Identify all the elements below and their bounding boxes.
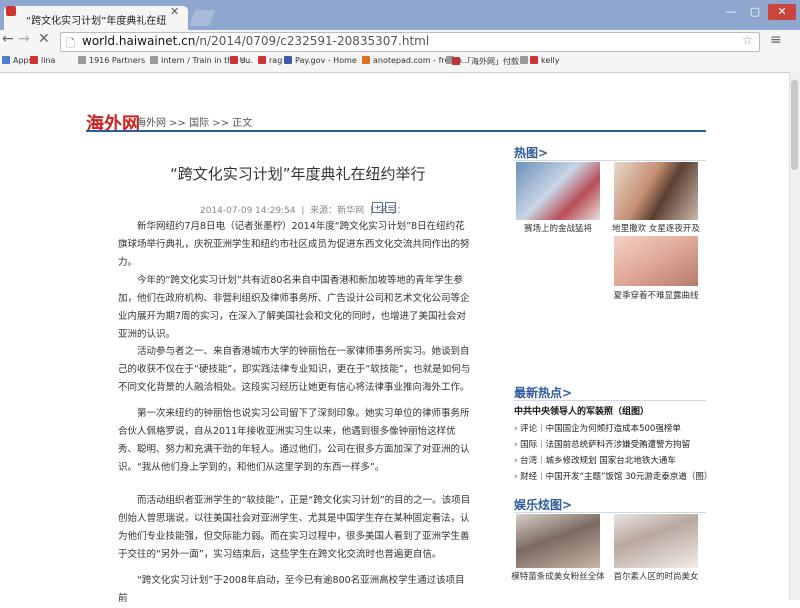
bookmark-label: lina — [41, 56, 56, 65]
bookmark-favicon-icon — [30, 56, 38, 64]
section-divider — [514, 512, 706, 513]
article-paragraph: 第一次来纽约的钟丽怡也说实习公司留下了深刻印象。她实习单位的律师事务所合伙人佩格… — [118, 408, 470, 473]
bookmark-label: Pay.gov - Home — [295, 56, 357, 65]
article-title: “跨文化实习计划”年度典礼在纽约举行 — [170, 165, 426, 183]
bookmark-favicon-icon — [150, 56, 158, 64]
latest-news-title[interactable]: 最新热点> — [514, 384, 572, 401]
bookmark-favicon-icon — [520, 56, 528, 64]
hot-caption[interactable]: 夏季穿着不难显露曲线 — [608, 289, 704, 301]
tab-favicon-icon — [6, 6, 16, 16]
article-paragraph: “跨文化实习计划”于2008年启动，至今已有逾800名亚洲高校学生通过该项目前 — [118, 575, 465, 604]
article-paragraph: 今年的“跨文化实习计划”共有近80名来自中国香港和新加坡等地的青年学生参加，他们… — [118, 275, 470, 340]
section-divider — [514, 400, 706, 401]
bookmark-item[interactable]: rag — [258, 56, 282, 65]
bookmark-item[interactable]: Pay.gov - Home — [284, 56, 357, 65]
bookmark-item[interactable]: lina — [30, 56, 55, 65]
bookmark-favicon-icon — [258, 56, 266, 64]
back-icon[interactable]: ← — [2, 31, 14, 47]
article-paragraph: 活动参与者之一、来自香港城市大学的钟丽怡在一家律师事务所实习。她谈到自己的收获不… — [118, 346, 471, 393]
bookmark-label: 「海外网」付款 — [463, 57, 519, 66]
news-headline[interactable]: 中共中央领导人的军装照（组图） — [514, 404, 649, 417]
article-source: 来源：新华网 — [310, 206, 365, 216]
article-paragraph: 新华网纽约7月8日电（记者张墨柠）2014年度“跨文化实习计划”8日在纽约花旗球… — [118, 221, 470, 268]
url-host: world.haiwainet.cn — [82, 34, 196, 48]
forward-icon[interactable]: → — [18, 31, 30, 47]
news-item[interactable]: 评论｜中国国企为何频打造成本500强榜单 — [514, 422, 681, 434]
article-paragraph: 而活动组织者亚洲学生的“软技能”，正是“跨文化实习计划”的目的之一。该项目创始人… — [118, 495, 471, 560]
bookmark-favicon-icon — [2, 56, 10, 64]
bookmark-item[interactable]: Apps — [2, 56, 33, 65]
minimize-icon[interactable]: — — [720, 4, 742, 20]
bookmark-label: 1916 Partners — [89, 56, 146, 65]
bookmark-favicon-icon — [452, 57, 460, 65]
url-path: /n/2014/0709/c232591-20835307.html — [195, 34, 430, 48]
close-window-icon[interactable]: ✕ — [768, 4, 796, 20]
hot-thumb-image[interactable] — [614, 162, 698, 220]
ent-caption[interactable]: 首尔素人区的时尚美女 — [608, 570, 704, 582]
maximize-icon[interactable]: ▢ — [744, 4, 766, 20]
hot-caption[interactable]: 赛场上的金战猛将 — [510, 222, 606, 234]
ent-caption[interactable]: 模特苗条成美女粉丝全体 — [510, 570, 606, 582]
site-logo[interactable]: 海外网 — [86, 110, 140, 136]
scrollbar-thumb[interactable] — [791, 80, 798, 170]
ent-thumb-image[interactable] — [614, 514, 698, 568]
bookmark-favicon-icon — [230, 56, 238, 64]
bookmark-favicon-icon — [78, 56, 86, 64]
ent-thumb-image[interactable] — [516, 514, 600, 568]
stop-icon[interactable]: ✕ — [38, 31, 50, 47]
bookmark-label: rag — [269, 56, 283, 65]
bookmark-favicon-icon — [530, 56, 538, 64]
bookmark-item[interactable]: 1916 Partners — [78, 56, 145, 65]
news-item[interactable]: 财经｜中国开发“主题”饭馆 30元游走泰京道（图） — [514, 470, 712, 482]
entertainment-title[interactable]: 娱乐炫图> — [514, 496, 572, 513]
hot-pictures-title[interactable]: 热图> — [514, 144, 548, 161]
article-date: 2014-07-09 14:29:54 — [200, 206, 296, 216]
menu-icon[interactable]: ≡ — [770, 32, 782, 48]
hot-thumb-image[interactable] — [614, 236, 698, 286]
bookmark-item[interactable]: 「海外网」付款 — [452, 56, 519, 67]
bookmark-favicon-icon — [284, 56, 292, 64]
breadcrumb[interactable]: 海外网 >> 国际 >> 正文 — [136, 114, 252, 129]
bookmark-favicon-icon — [362, 56, 370, 64]
hot-caption[interactable]: 地里撒欢 女星逐夜开及 — [608, 222, 704, 234]
bookmark-label: su — [241, 56, 251, 65]
bookmark-label: kelly — [541, 56, 560, 65]
font-increase-button[interactable]: + — [372, 202, 383, 213]
hot-thumb-image[interactable] — [516, 162, 600, 220]
font-decrease-button[interactable]: − — [385, 202, 396, 213]
news-item[interactable]: 国际｜法国前总统萨科齐涉嫌受贿遭警方拘留 — [514, 438, 690, 450]
browser-tab[interactable]: “跨文化实习计划”年度典礼在纽 — [4, 6, 188, 30]
bookmark-star-icon[interactable]: ☆ — [742, 33, 753, 47]
news-item[interactable]: 台湾｜城乡修改规划 国家台北地铁大通车 — [514, 454, 676, 466]
bookmark-item[interactable]: su — [230, 56, 250, 65]
page-icon: 🗋 — [66, 37, 75, 50]
bookmark-item[interactable]: kelly — [530, 56, 559, 65]
url-text[interactable]: world.haiwainet.cn/n/2014/0709/c232591-2… — [82, 34, 429, 48]
section-divider — [514, 160, 706, 161]
tab-close-icon[interactable]: ✕ — [170, 5, 179, 18]
tab-title: “跨文化实习计划”年度典礼在纽 — [26, 16, 167, 27]
header-divider — [86, 130, 706, 132]
